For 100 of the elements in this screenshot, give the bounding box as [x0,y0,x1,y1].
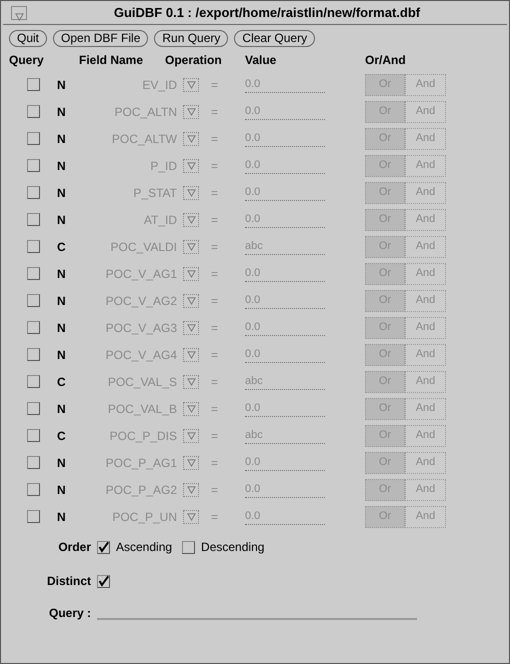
caret-icon [186,161,196,170]
operation-dropdown[interactable] [183,132,199,146]
order-checkbox[interactable] [182,540,196,554]
window-menu-button[interactable] [11,6,27,20]
caret-icon [186,377,196,386]
operation-value: = [210,238,220,256]
operation-dropdown[interactable] [183,510,199,524]
caret-icon [186,188,196,197]
caret-icon [186,80,196,89]
operation-dropdown[interactable] [183,266,199,280]
column-header: Operation [165,52,223,69]
operation-value: = [210,454,220,472]
operation-value: = [210,428,220,444]
toolbar-button[interactable]: Quit [9,30,48,47]
operation-value: = [210,482,220,498]
caret-icon [14,12,24,21]
field-type: N [57,320,67,336]
field-name: P_STAT [132,184,178,202]
field-name: POC_VAL_S [106,374,178,390]
field-name: POC_V_AG2 [104,292,178,310]
operation-value: = [210,130,220,148]
field-name: POC_V_AG3 [104,320,178,336]
column-header: Or/And [365,52,407,69]
operation-dropdown[interactable] [183,320,199,334]
operation-value: = [210,76,220,94]
field-name: POC_V_AG1 [104,266,178,282]
distinct-checkbox[interactable] [97,574,110,588]
option-label: Descending [201,539,264,556]
toolbar-button[interactable]: Clear Query [234,30,316,47]
query-label: Query : [48,605,91,622]
field-type: N [57,508,67,526]
field-name: AT_ID [142,212,178,228]
toolbar-button[interactable]: Run Query [154,30,228,47]
operation-value: = [210,508,220,526]
field-name: P_ID [149,158,178,174]
caret-icon [186,512,196,521]
field-name: EV_ID [141,76,178,94]
operation-dropdown[interactable] [183,158,199,172]
field-type: N [57,104,67,120]
operation-dropdown[interactable] [183,374,199,388]
caret-icon [186,458,196,467]
field-name: POC_VAL_B [106,400,178,418]
operation-value: = [210,104,220,120]
field-type: N [57,454,67,472]
field-name: POC_ALTW [110,130,178,148]
operation-dropdown[interactable] [183,402,199,416]
field-name: POC_P_DIS [108,428,178,444]
operation-value: = [210,184,220,202]
toolbar-button[interactable]: Open DBF File [53,30,148,47]
caret-icon [186,431,196,440]
distinct-label: Distinct [46,573,91,590]
field-name: POC_P_AG2 [104,482,178,498]
caret-icon [186,215,196,224]
field-type: C [57,238,67,256]
window-title: GuiDBF 0.1 : /export/home/raistlin/new/format.dbf [112,4,422,22]
operation-dropdown[interactable] [183,294,199,308]
field-type: N [57,482,67,498]
operation-dropdown[interactable] [183,240,199,254]
field-type: N [57,400,67,418]
operation-value: = [210,374,220,390]
operation-dropdown[interactable] [183,186,199,200]
operation-dropdown[interactable] [183,212,199,226]
operation-value: = [210,158,220,174]
operation-value: = [210,346,220,364]
operation-dropdown[interactable] [183,428,199,442]
operation-value: = [210,266,220,282]
caret-icon [186,269,196,278]
field-name: POC_VALDI [110,238,178,256]
field-name: POC_V_AG4 [104,346,178,364]
option-label: Ascending [116,539,172,556]
caret-icon [186,404,196,413]
order-checkbox[interactable] [97,540,110,554]
column-header: Value [245,52,278,69]
operation-value: = [210,400,220,418]
column-header: Query [9,52,45,69]
operation-dropdown[interactable] [183,456,199,470]
field-type: N [57,76,67,94]
operation-dropdown[interactable] [183,348,199,362]
operation-value: = [210,212,220,228]
field-name: POC_P_AG1 [104,454,178,472]
caret-icon [186,323,196,332]
caret-icon [186,134,196,143]
operation-dropdown[interactable] [183,78,199,92]
field-type: C [57,428,67,444]
field-type: N [57,130,67,148]
order-label: Order [57,539,91,556]
field-name: POC_ALTN [114,104,178,120]
operation-dropdown[interactable] [183,482,199,496]
field-type: N [57,292,67,310]
field-type: N [57,158,67,174]
caret-icon [186,485,196,494]
field-type: N [57,184,67,202]
caret-icon [186,350,196,359]
operation-dropdown[interactable] [183,104,199,118]
field-type: C [57,374,67,390]
field-name: POC_P_UN [111,508,178,526]
operation-value: = [210,320,220,336]
caret-icon [186,107,196,116]
caret-icon [186,242,196,251]
field-type: N [57,266,67,282]
